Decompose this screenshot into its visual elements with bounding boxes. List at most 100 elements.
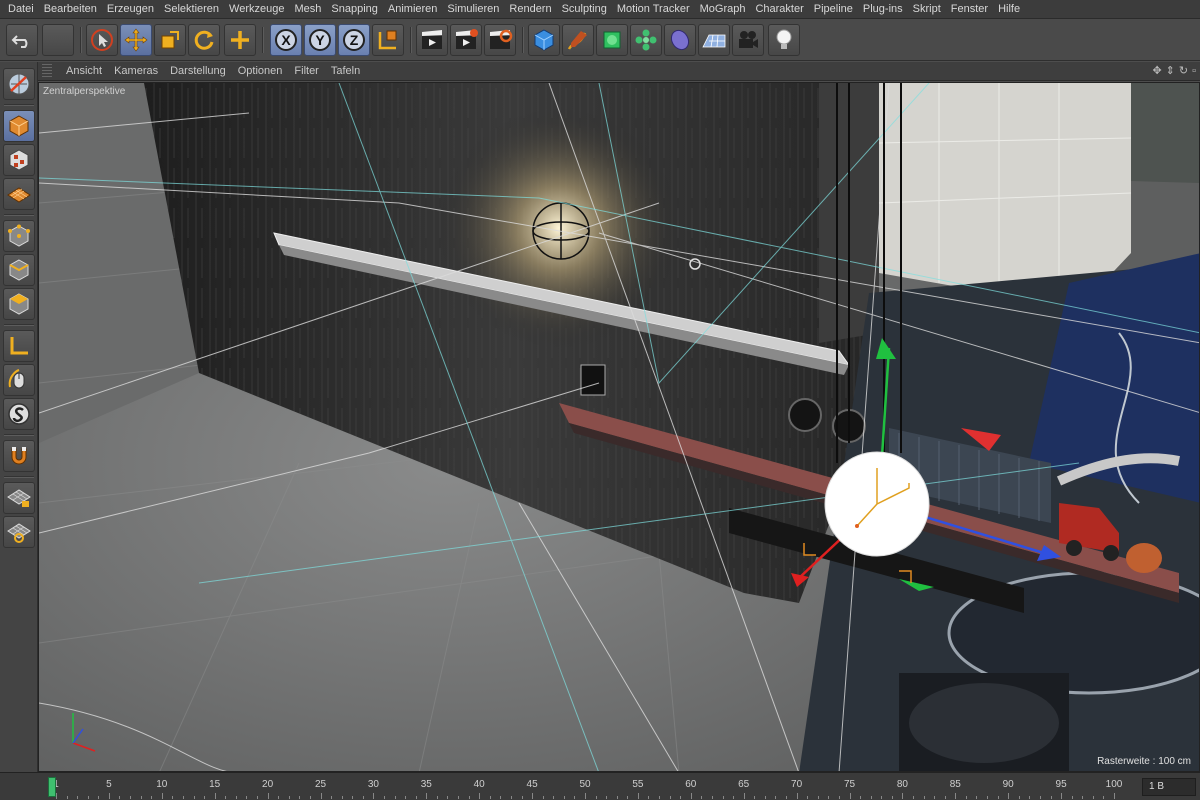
menu-erzeugen[interactable]: Erzeugen [103, 0, 160, 19]
points-mode-button[interactable] [3, 220, 35, 252]
timeline-tick [278, 796, 280, 799]
soft-selection-icon [8, 403, 30, 425]
dolly-icon[interactable]: ⇕ [1166, 64, 1175, 78]
timeline-tick [754, 796, 756, 799]
undo-button[interactable] [6, 24, 38, 56]
timeline-tick-label: 10 [156, 779, 168, 790]
orbit-icon[interactable]: ↻ [1179, 64, 1188, 78]
workplane-lock-button[interactable] [3, 482, 35, 514]
timeline-tick [500, 796, 502, 799]
menu-fenster[interactable]: Fenster [947, 0, 994, 19]
cloner-button[interactable] [630, 24, 662, 56]
viewport-menu-panels[interactable]: Tafeln [325, 65, 366, 77]
timeline-tick [860, 796, 862, 799]
timeline-tick [415, 796, 417, 799]
timeline-tick [193, 796, 195, 799]
timeline-tick [510, 796, 512, 799]
viewport-grip[interactable] [42, 64, 52, 78]
menu-mesh[interactable]: Mesh [290, 0, 327, 19]
coordinate-system-button[interactable] [372, 24, 404, 56]
polygons-mode-button[interactable] [3, 288, 35, 320]
timeline-playhead[interactable] [48, 777, 56, 797]
timeline-ruler[interactable]: 1 5 10 15 20 25 30 35 40 45 50 55 60 65 70 75 80 85 90 95 10… [40, 773, 1138, 800]
lock-y-axis-button[interactable]: Y [304, 24, 336, 56]
menu-rendern[interactable]: Rendern [505, 0, 557, 19]
viewport-menu-cameras[interactable]: Kameras [108, 65, 164, 77]
menu-selektieren[interactable]: Selektieren [160, 0, 225, 19]
lock-x-axis-button[interactable]: X [270, 24, 302, 56]
timeline-tick [637, 793, 639, 799]
menu-plug-ins[interactable]: Plug-ins [859, 0, 909, 19]
cube-object-button[interactable] [528, 24, 560, 56]
menu-charakter[interactable]: Charakter [751, 0, 809, 19]
viewport-menu-filter[interactable]: Filter [288, 65, 324, 77]
menu-skript[interactable]: Skript [909, 0, 947, 19]
current-frame-field[interactable]: 1 B [1142, 778, 1196, 796]
axis-mode-button[interactable] [3, 330, 35, 362]
light-object-button[interactable] [768, 24, 800, 56]
menu-pipeline[interactable]: Pipeline [810, 0, 859, 19]
menu-hilfe[interactable]: Hilfe [994, 0, 1026, 19]
scale-tool-button[interactable] [154, 24, 186, 56]
locked-workplane-button[interactable] [3, 516, 35, 548]
rotate-tool-button[interactable] [188, 24, 220, 56]
tweak-mode-button[interactable] [3, 364, 35, 396]
3d-viewport[interactable]: Zentralperspektive Rasterweite : 100 cm [38, 82, 1200, 772]
magnet-icon [11, 447, 27, 465]
camera-object-button[interactable] [732, 24, 764, 56]
viewport-menu-options[interactable]: Optionen [232, 65, 289, 77]
menu-bearbeiten[interactable]: Bearbeiten [40, 0, 103, 19]
points-mode-icon [8, 224, 30, 247]
timeline-tick [976, 796, 978, 799]
timeline-tick [606, 796, 608, 799]
timeline-tick [1018, 796, 1020, 799]
redo-button[interactable] [42, 24, 74, 56]
pen-tool-button[interactable] [562, 24, 594, 56]
render-settings-button[interactable] [484, 24, 516, 56]
timeline-tick [733, 796, 735, 799]
menu-animieren[interactable]: Animieren [384, 0, 444, 19]
locked-workplane-icon [7, 523, 31, 543]
timeline-tick [66, 796, 68, 799]
viewport-menu-display[interactable]: Darstellung [164, 65, 232, 77]
timeline-tick-label: 45 [526, 779, 538, 790]
menu-mograph[interactable]: MoGraph [696, 0, 752, 19]
render-view-button[interactable] [416, 24, 448, 56]
magnet-button[interactable] [3, 440, 35, 472]
rotate-icon [194, 30, 214, 50]
menu-snapping[interactable]: Snapping [327, 0, 384, 19]
menu-simulieren[interactable]: Simulieren [443, 0, 505, 19]
lock-z-axis-button[interactable]: Z [338, 24, 370, 56]
menu-sculpting[interactable]: Sculpting [558, 0, 613, 19]
timeline-tick [849, 793, 851, 799]
timeline-tick [479, 793, 481, 799]
edges-mode-button[interactable] [3, 254, 35, 286]
move-tool-button[interactable] [120, 24, 152, 56]
timeline-tick-label: 35 [420, 779, 432, 790]
render-to-picture-viewer-button[interactable] [450, 24, 482, 56]
menu-werkzeuge[interactable]: Werkzeuge [225, 0, 290, 19]
timeline-tick [1039, 796, 1041, 799]
live-selection-button[interactable] [86, 24, 118, 56]
deformer-button[interactable] [664, 24, 696, 56]
pen-icon [567, 31, 587, 50]
subdivision-surface-button[interactable] [596, 24, 628, 56]
timeline-tick-label: 30 [367, 779, 379, 790]
viewport-menu-view[interactable]: Ansicht [60, 65, 108, 77]
model-mode-button[interactable] [3, 110, 35, 142]
timeline-tick [965, 796, 967, 799]
make-editable-button[interactable] [3, 68, 35, 100]
floor-object-button[interactable] [698, 24, 730, 56]
add-object-button[interactable] [224, 24, 256, 56]
pan-icon[interactable]: ✥ [1152, 64, 1161, 78]
timeline-tick [616, 796, 618, 799]
menu-motion-tracker[interactable]: Motion Tracker [613, 0, 696, 19]
svg-text:Z: Z [350, 32, 359, 48]
soft-selection-button[interactable] [3, 398, 35, 430]
workplane-mode-button[interactable] [3, 178, 35, 210]
menu-datei[interactable]: Datei [4, 0, 40, 19]
viewport-navigation: ✥ ⇕ ↻ ▫ [1152, 64, 1196, 78]
texture-mode-button[interactable] [3, 144, 35, 176]
maximize-icon[interactable]: ▫ [1192, 64, 1196, 78]
timeline-tick-label: 50 [579, 779, 591, 790]
